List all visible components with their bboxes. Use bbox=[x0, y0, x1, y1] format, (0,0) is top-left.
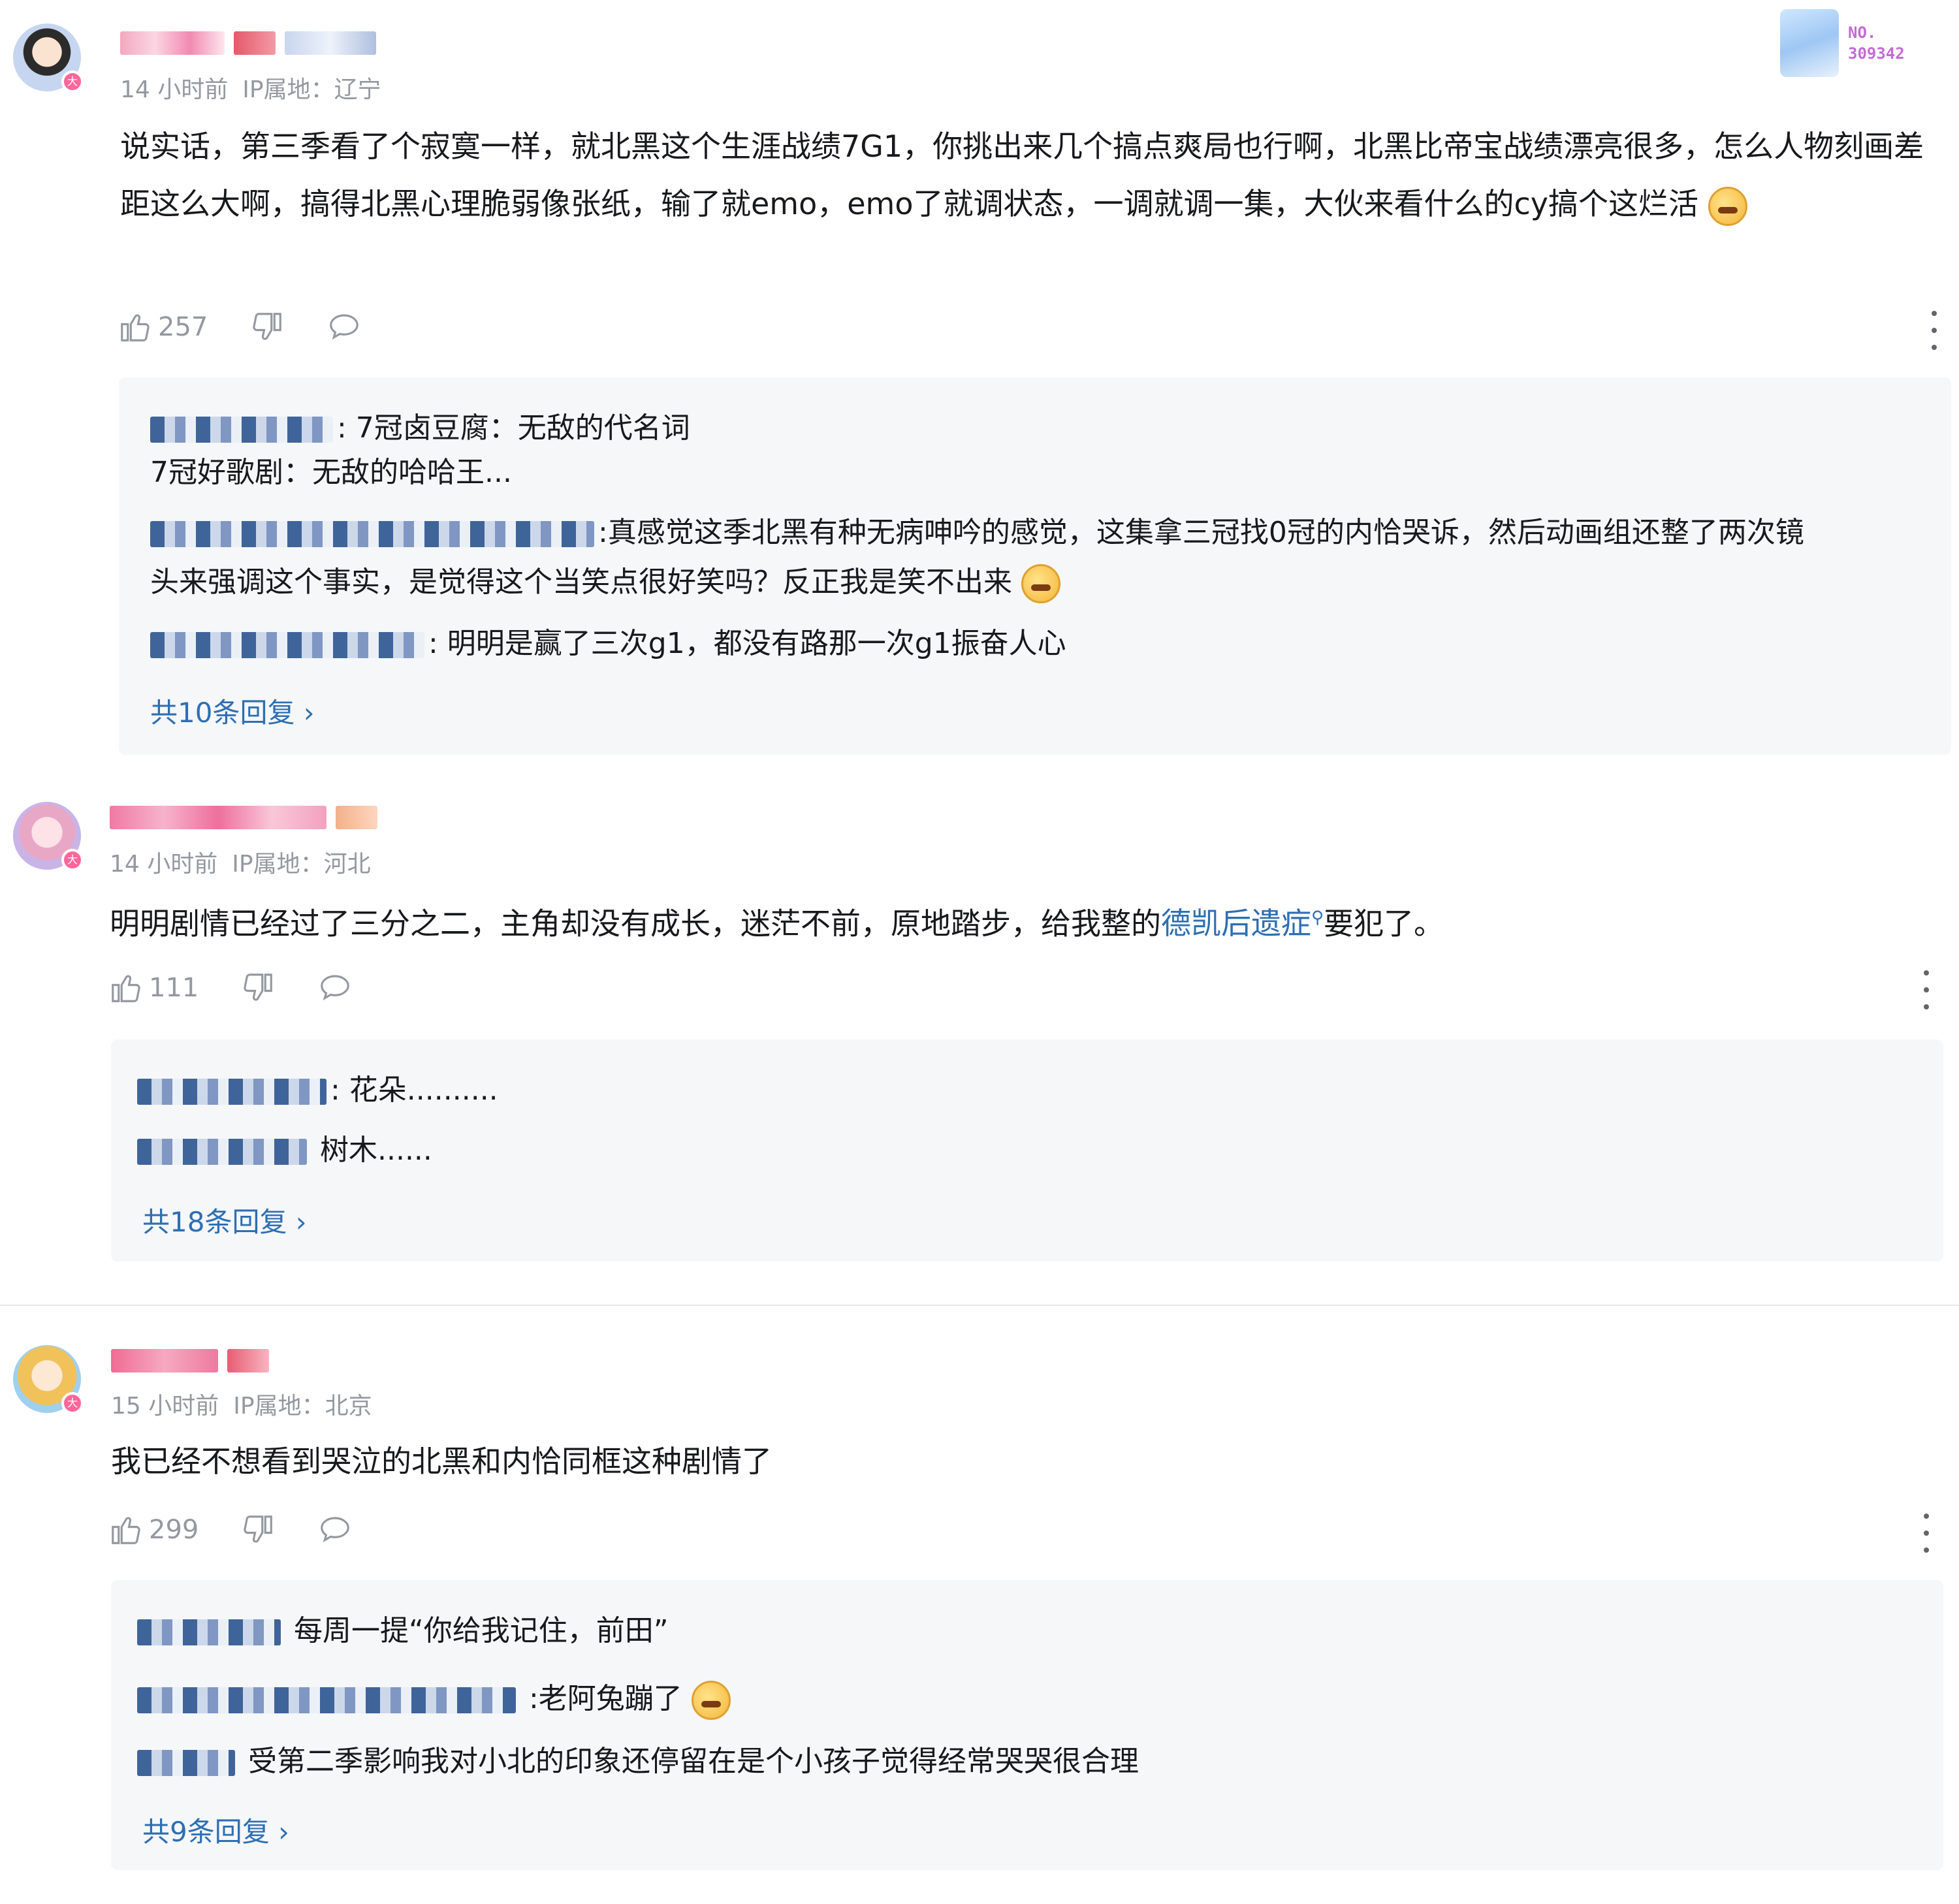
reply-item: : 明明是赢了三次g1，都没有路那一次g1振奋人心 bbox=[150, 619, 1066, 669]
thumbs-down-icon bbox=[253, 313, 282, 340]
reply-button[interactable] bbox=[317, 970, 353, 1006]
comment-actions: 257 bbox=[118, 309, 404, 345]
view-more-replies-link[interactable]: 共18条回复 › bbox=[142, 1200, 307, 1240]
like-count: 299 bbox=[149, 1515, 199, 1545]
thumbs-down-icon bbox=[244, 974, 273, 1001]
thumbs-up-icon bbox=[112, 975, 140, 1002]
level-badge: 大 bbox=[61, 71, 84, 93]
avatar[interactable]: 大 bbox=[13, 802, 84, 871]
comment-text-tail: 要犯了。 bbox=[1324, 906, 1444, 942]
reply-item: : 花朵.......... bbox=[137, 1066, 498, 1115]
dislike-button[interactable] bbox=[240, 1512, 276, 1547]
comment-time: 14 小时前 bbox=[120, 76, 229, 103]
comment-text: 我已经不想看到哭泣的北黑和内恰同框这种剧情了 bbox=[111, 1444, 772, 1479]
level-badge: 大 bbox=[61, 849, 84, 871]
comment-text: 说实话，第三季看了个寂寞一样，就北黑这个生涯战绩7G1，你挑出来几个搞点爽局也行… bbox=[120, 129, 1924, 221]
sunglasses-emoji-icon bbox=[1021, 564, 1060, 603]
reply-box: : 花朵.......... 树木...... 共18条回复 › bbox=[111, 1039, 1943, 1261]
reply-item: :真感觉这季北黑有种无病呻吟的感觉，这集拿三冠找0冠的内恰哭诉，然后动画组还整了… bbox=[150, 508, 1804, 558]
reply-item: 树木...... bbox=[137, 1126, 432, 1175]
comment-content: 说实话，第三季看了个寂寞一样，就北黑这个生涯战绩7G1，你挑出来几个搞点爽局也行… bbox=[120, 118, 1949, 232]
reply-box: 每周一提“你给我记住，前田” :老阿兔蹦了 受第二季影响我对小北的印象还停留在是… bbox=[111, 1580, 1943, 1870]
username-blurred[interactable] bbox=[111, 1348, 269, 1374]
reply-item: :老阿兔蹦了 bbox=[137, 1674, 731, 1724]
username-blurred[interactable] bbox=[120, 30, 376, 56]
reply-item: 每周一提“你给我记住，前田” bbox=[137, 1606, 669, 1656]
comment-meta: 14 小时前 IP属地：河北 bbox=[110, 845, 371, 879]
dislike-button[interactable] bbox=[240, 970, 276, 1006]
like-button[interactable]: 257 bbox=[118, 309, 208, 345]
reply-button[interactable] bbox=[326, 309, 362, 345]
avatar[interactable]: 大 bbox=[13, 1345, 84, 1414]
reply-item: 7冠好歌剧：无敌的哈哈王... bbox=[150, 456, 512, 489]
fan-card-number: NO. 309342 bbox=[1848, 24, 1905, 63]
more-options-button[interactable] bbox=[1920, 970, 1933, 1009]
search-keyword-link[interactable]: 德凯后遗症⚲ bbox=[1161, 906, 1324, 941]
comment-meta: 15 小时前 IP属地：北京 bbox=[111, 1387, 372, 1421]
laugh-cry-emoji-icon bbox=[1708, 186, 1747, 226]
reply-box: : 7冠卤豆腐：无敌的代名词 7冠好歌剧：无敌的哈哈王... :真感觉这季北黑有… bbox=[119, 377, 1951, 755]
more-options-button[interactable] bbox=[1928, 311, 1941, 350]
reply-item: 受第二季影响我对小北的印象还停留在是个小孩子觉得经常哭哭很合理 bbox=[137, 1737, 1139, 1786]
comment-time: 15 小时前 bbox=[111, 1393, 219, 1420]
view-more-replies-link[interactable]: 共10条回复 › bbox=[150, 691, 315, 731]
comment-content: 明明剧情已经过了三分之二，主角却没有成长，迷茫不前，原地踏步，给我整的德凯后遗症… bbox=[110, 889, 1938, 952]
comment-time: 14 小时前 bbox=[110, 851, 218, 878]
level-badge: 大 bbox=[61, 1392, 84, 1414]
like-count: 111 bbox=[149, 973, 199, 1003]
fan-card-image bbox=[1780, 9, 1839, 77]
thumbs-up-icon bbox=[121, 314, 150, 341]
reply-item-continued: 头来强调这个事实，是觉得这个当笑点很好笑吗？反正我是笑不出来 bbox=[150, 558, 1060, 607]
view-more-replies-link[interactable]: 共9条回复 › bbox=[142, 1810, 289, 1850]
dislike-button[interactable] bbox=[249, 309, 285, 345]
reply-button[interactable] bbox=[317, 1512, 353, 1547]
thumbs-down-icon bbox=[244, 1515, 273, 1543]
like-button[interactable]: 111 bbox=[108, 970, 199, 1006]
avatar[interactable]: 大 bbox=[13, 24, 84, 93]
chat-bubble-icon bbox=[321, 975, 350, 1001]
comment-content: 我已经不想看到哭泣的北黑和内恰同框这种剧情了 bbox=[111, 1433, 1939, 1490]
fan-card-decoration: NO. 309342 bbox=[1780, 9, 1905, 77]
like-button[interactable]: 299 bbox=[108, 1512, 199, 1547]
comment-actions: 299 bbox=[108, 1512, 394, 1547]
comment-meta: 14 小时前 IP属地：辽宁 bbox=[120, 71, 381, 104]
comment-divider bbox=[0, 1305, 1959, 1306]
comment-ip: IP属地：北京 bbox=[233, 1393, 372, 1420]
comment-text: 明明剧情已经过了三分之二，主角却没有成长，迷茫不前，原地踏步，给我整的 bbox=[110, 906, 1161, 942]
comment-ip: IP属地：河北 bbox=[232, 851, 371, 878]
username-blurred[interactable] bbox=[110, 804, 377, 831]
comment-ip: IP属地：辽宁 bbox=[242, 76, 381, 103]
chat-bubble-icon bbox=[321, 1517, 350, 1543]
reply-item: : 7冠卤豆腐：无敌的代名词 bbox=[150, 404, 690, 453]
search-icon: ⚲ bbox=[1311, 908, 1324, 928]
chat-bubble-icon bbox=[330, 314, 359, 340]
like-count: 257 bbox=[158, 312, 208, 342]
more-options-button[interactable] bbox=[1920, 1514, 1933, 1553]
comment-actions: 111 bbox=[108, 970, 394, 1006]
doge-emoji-icon bbox=[691, 1681, 731, 1720]
thumbs-up-icon bbox=[112, 1517, 140, 1544]
